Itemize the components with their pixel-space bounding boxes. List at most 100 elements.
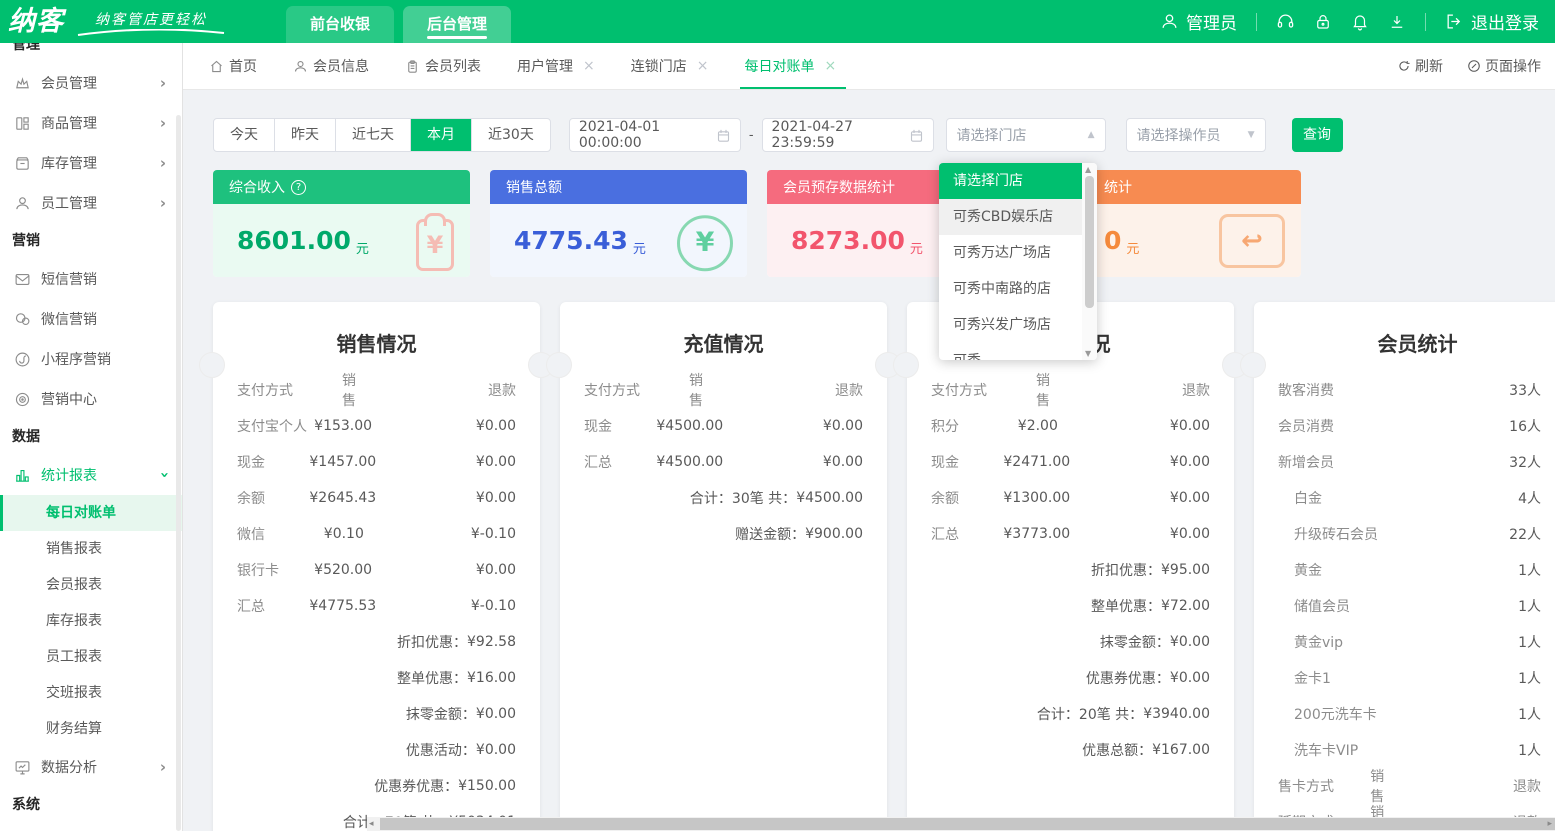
tab-user-management[interactable]: 用户管理 × [517, 43, 595, 89]
sidebar-subitem-member-report[interactable]: 会员报表 [0, 567, 182, 603]
tab-label: 会员信息 [313, 56, 369, 76]
cell: ¥2471.00 [1003, 454, 1148, 470]
sidebar-item-miniprogram-marketing[interactable]: 小程序营销 [0, 339, 182, 379]
cell: ¥0.00 [450, 418, 516, 434]
scroll-right-icon[interactable]: ▸ [1547, 819, 1552, 829]
horizontal-scrollbar[interactable]: ◂ ▸ [367, 817, 1555, 831]
sidebar-item-goods-management[interactable]: 商品管理 › [0, 103, 182, 143]
page-operations-button[interactable]: 页面操作 [1467, 56, 1541, 76]
date-from-input[interactable]: 2021-04-01 00:00:00 [569, 118, 741, 152]
stat-value: 1人 [1518, 632, 1541, 652]
dropdown-option-store-cbd[interactable]: 可秀CBD娱乐店 [939, 199, 1082, 235]
nav-tab-front-cashier[interactable]: 前台收银 [286, 6, 394, 43]
sidebar-item-marketing-center[interactable]: 营销中心 [0, 379, 182, 419]
sidebar-subitem-shift-report[interactable]: 交班报表 [0, 675, 182, 711]
sidebar-subitem-staff-report[interactable]: 员工报表 [0, 639, 182, 675]
card-body: 4775.43 元 ¥ [490, 204, 747, 277]
cell: 现金 [237, 452, 309, 472]
logout-button[interactable]: 退出登录 [1445, 9, 1539, 34]
table-row: 现金¥4500.00¥0.00 [584, 408, 863, 444]
sidebar-scrollbar[interactable] [176, 115, 181, 831]
lock-icon[interactable] [1314, 13, 1332, 31]
sidebar-subitem-inventory-report[interactable]: 库存报表 [0, 603, 182, 639]
quick-filter-last7days[interactable]: 近七天 [336, 119, 411, 151]
consume-panel: 消费情况 支付方式 销售 退款 积分¥2.00¥0.00 现金¥2471.00¥… [907, 302, 1234, 831]
monitor-icon [14, 759, 31, 776]
close-icon[interactable]: × [697, 58, 709, 74]
list-item: 黄金1人 [1278, 552, 1541, 588]
card-total-income: 综合收入 ? 8601.00 元 ¥ [213, 170, 470, 277]
sidebar-item-statistics-reports[interactable]: 统计报表 › [0, 455, 182, 495]
quick-filter-today[interactable]: 今天 [214, 119, 275, 151]
sidebar-item-label: 库存管理 [41, 153, 97, 173]
tab-home[interactable]: 首页 [209, 43, 257, 89]
store-select[interactable]: 请选择门店 ▲ [946, 118, 1106, 152]
scroll-down-icon[interactable]: ▼ [1085, 349, 1091, 358]
dropdown-option-placeholder[interactable]: 请选择门店 [939, 163, 1082, 199]
dropdown-option-store-wanda[interactable]: 可秀万达广场店 [939, 235, 1082, 271]
summary-label: 合计：20笔 共： [1037, 704, 1143, 724]
brand-slogan-text: 纳客管店更轻松 [95, 9, 207, 29]
download-icon[interactable] [1388, 13, 1406, 31]
cell: 现金 [931, 452, 1003, 472]
stat-label: 黄金 [1278, 560, 1322, 580]
operator-select[interactable]: 请选择操作员 ▼ [1126, 118, 1266, 152]
tab-daily-reconciliation[interactable]: 每日对账单 × [744, 43, 836, 89]
tab-member-info[interactable]: 会员信息 [293, 43, 369, 89]
close-icon[interactable]: × [824, 58, 836, 74]
stat-label: 黄金vip [1278, 632, 1343, 652]
sidebar-item-staff-management[interactable]: 员工管理 › [0, 183, 182, 223]
support-headset-icon[interactable] [1276, 12, 1295, 31]
dropdown-option-store-zhongnan[interactable]: 可秀中南路的店 [939, 271, 1082, 307]
card-value: 0 [1104, 226, 1121, 255]
summary-row: 整单优惠：¥72.00 [931, 588, 1210, 624]
scroll-left-icon[interactable]: ◂ [369, 819, 374, 829]
refresh-button[interactable]: 刷新 [1397, 56, 1443, 76]
summary-label: 合计：30笔 共： [690, 488, 796, 508]
sidebar-item-data-analysis[interactable]: 数据分析 › [0, 747, 182, 787]
col-header: 退款 [781, 380, 863, 400]
sidebar-subitem-sales-report[interactable]: 销售报表 [0, 531, 182, 567]
scroll-up-icon[interactable]: ▲ [1085, 165, 1091, 174]
quick-filter-last30days[interactable]: 近30天 [472, 119, 550, 151]
quick-filter-this-month[interactable]: 本月 [411, 119, 472, 151]
dropdown-option-store-xingfa[interactable]: 可秀兴发广场店 [939, 307, 1082, 343]
stat-label: 储值会员 [1278, 596, 1350, 616]
sidebar-item-wechat-marketing[interactable]: 微信营销 [0, 299, 182, 339]
help-icon[interactable]: ? [291, 180, 306, 195]
card-unit: 元 [1126, 238, 1139, 257]
operator-select-value: 请选择操作员 [1137, 125, 1221, 145]
table-row: 银行卡¥520.00¥0.00 [237, 552, 516, 588]
date-to-input[interactable]: 2021-04-27 23:59:59 [762, 118, 934, 152]
scrollbar-thumb[interactable] [1085, 176, 1094, 308]
tab-member-list[interactable]: 会员列表 [405, 43, 481, 89]
cell: 汇总 [931, 524, 1003, 544]
quick-filter-yesterday[interactable]: 昨天 [275, 119, 336, 151]
user-menu[interactable]: 管理员 [1160, 9, 1237, 34]
cell: ¥4500.00 [656, 418, 801, 434]
dropdown-option-partial[interactable]: 可秀 [939, 343, 1082, 360]
stat-cards: 综合收入 ? 8601.00 元 ¥ 销售总额 4775.43 [213, 170, 1555, 277]
mail-icon [14, 271, 31, 288]
sidebar-subitem-daily-reconciliation[interactable]: 每日对账单 [0, 495, 182, 531]
nav-tab-backend-admin[interactable]: 后台管理 [403, 6, 511, 43]
bell-icon[interactable] [1351, 13, 1369, 31]
summary-row: 优惠活动：¥0.00 [237, 732, 516, 768]
summary-row: 整单优惠：¥16.00 [237, 660, 516, 696]
sidebar-item-inventory-management[interactable]: 库存管理 › [0, 143, 182, 183]
table-row: 汇总¥4775.53¥-0.10 [237, 588, 516, 624]
dropdown-scrollbar[interactable]: ▲ ▼ [1082, 163, 1097, 360]
user-name: 管理员 [1186, 9, 1237, 34]
logout-label: 退出登录 [1471, 9, 1539, 34]
close-icon[interactable]: × [583, 58, 595, 74]
scrollbar-thumb[interactable] [380, 818, 1555, 830]
sidebar-item-member-management[interactable]: 会员管理 › [0, 63, 182, 103]
col-header: 支付方式 [931, 380, 1027, 400]
cell: ¥2645.43 [309, 490, 454, 506]
sidebar-item-sms-marketing[interactable]: 短信营销 [0, 259, 182, 299]
list-item: 散客消费33人 [1278, 372, 1541, 408]
search-button[interactable]: 查询 [1292, 118, 1343, 152]
card-unit: 元 [633, 238, 646, 257]
sidebar-subitem-finance-settlement[interactable]: 财务结算 [0, 711, 182, 747]
tab-chain-stores[interactable]: 连锁门店 × [631, 43, 709, 89]
